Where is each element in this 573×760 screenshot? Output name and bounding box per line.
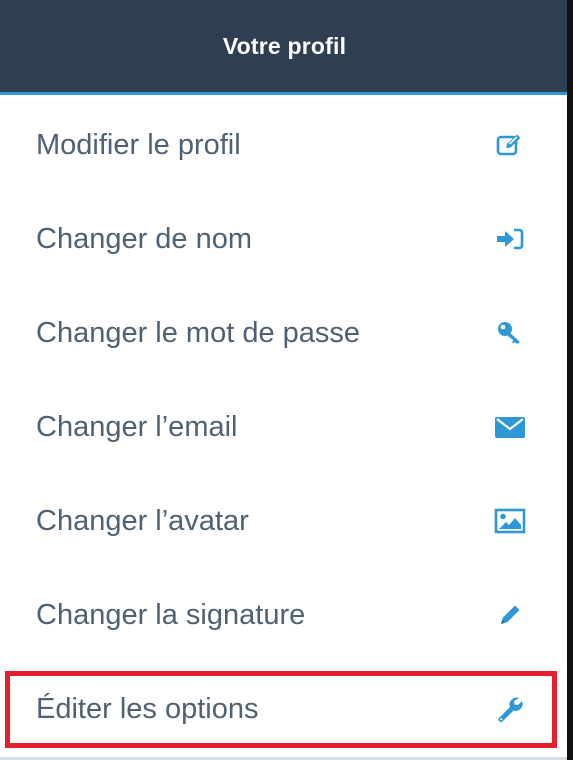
menu-item-label: Changer l’email (36, 410, 238, 443)
menu-item-change-avatar[interactable]: Changer l’avatar (0, 474, 567, 568)
key-icon (492, 318, 528, 348)
wrench-icon (492, 694, 528, 724)
menu-item-edit-profile[interactable]: Modifier le profil (0, 98, 567, 192)
edit-icon (492, 130, 528, 160)
image-icon (492, 506, 528, 536)
menu-item-change-password[interactable]: Changer le mot de passe (0, 286, 567, 380)
menu-item-label: Changer l’avatar (36, 504, 249, 537)
profile-menu: Modifier le profil Changer de nom Change… (0, 95, 567, 760)
menu-item-label: Changer la signature (36, 598, 306, 631)
menu-item-change-email[interactable]: Changer l’email (0, 380, 567, 474)
menu-item-change-name[interactable]: Changer de nom (0, 192, 567, 286)
pencil-icon (492, 600, 528, 630)
menu-item-edit-options[interactable]: Éditer les options (0, 662, 567, 756)
menu-item-label: Éditer les options (36, 692, 259, 725)
panel-title: Votre profil (222, 32, 347, 59)
menu-item-label: Changer le mot de passe (36, 316, 361, 349)
sign-in-icon (492, 224, 528, 254)
profile-panel: Votre profil Modifier le profil Changer … (0, 0, 567, 760)
menu-item-label: Modifier le profil (36, 128, 241, 161)
menu-item-change-signature[interactable]: Changer la signature (0, 568, 567, 662)
envelope-icon (492, 412, 528, 442)
panel-header: Votre profil (0, 0, 567, 92)
menu-item-label: Changer de nom (36, 222, 253, 255)
panel-right-edge (567, 0, 573, 760)
